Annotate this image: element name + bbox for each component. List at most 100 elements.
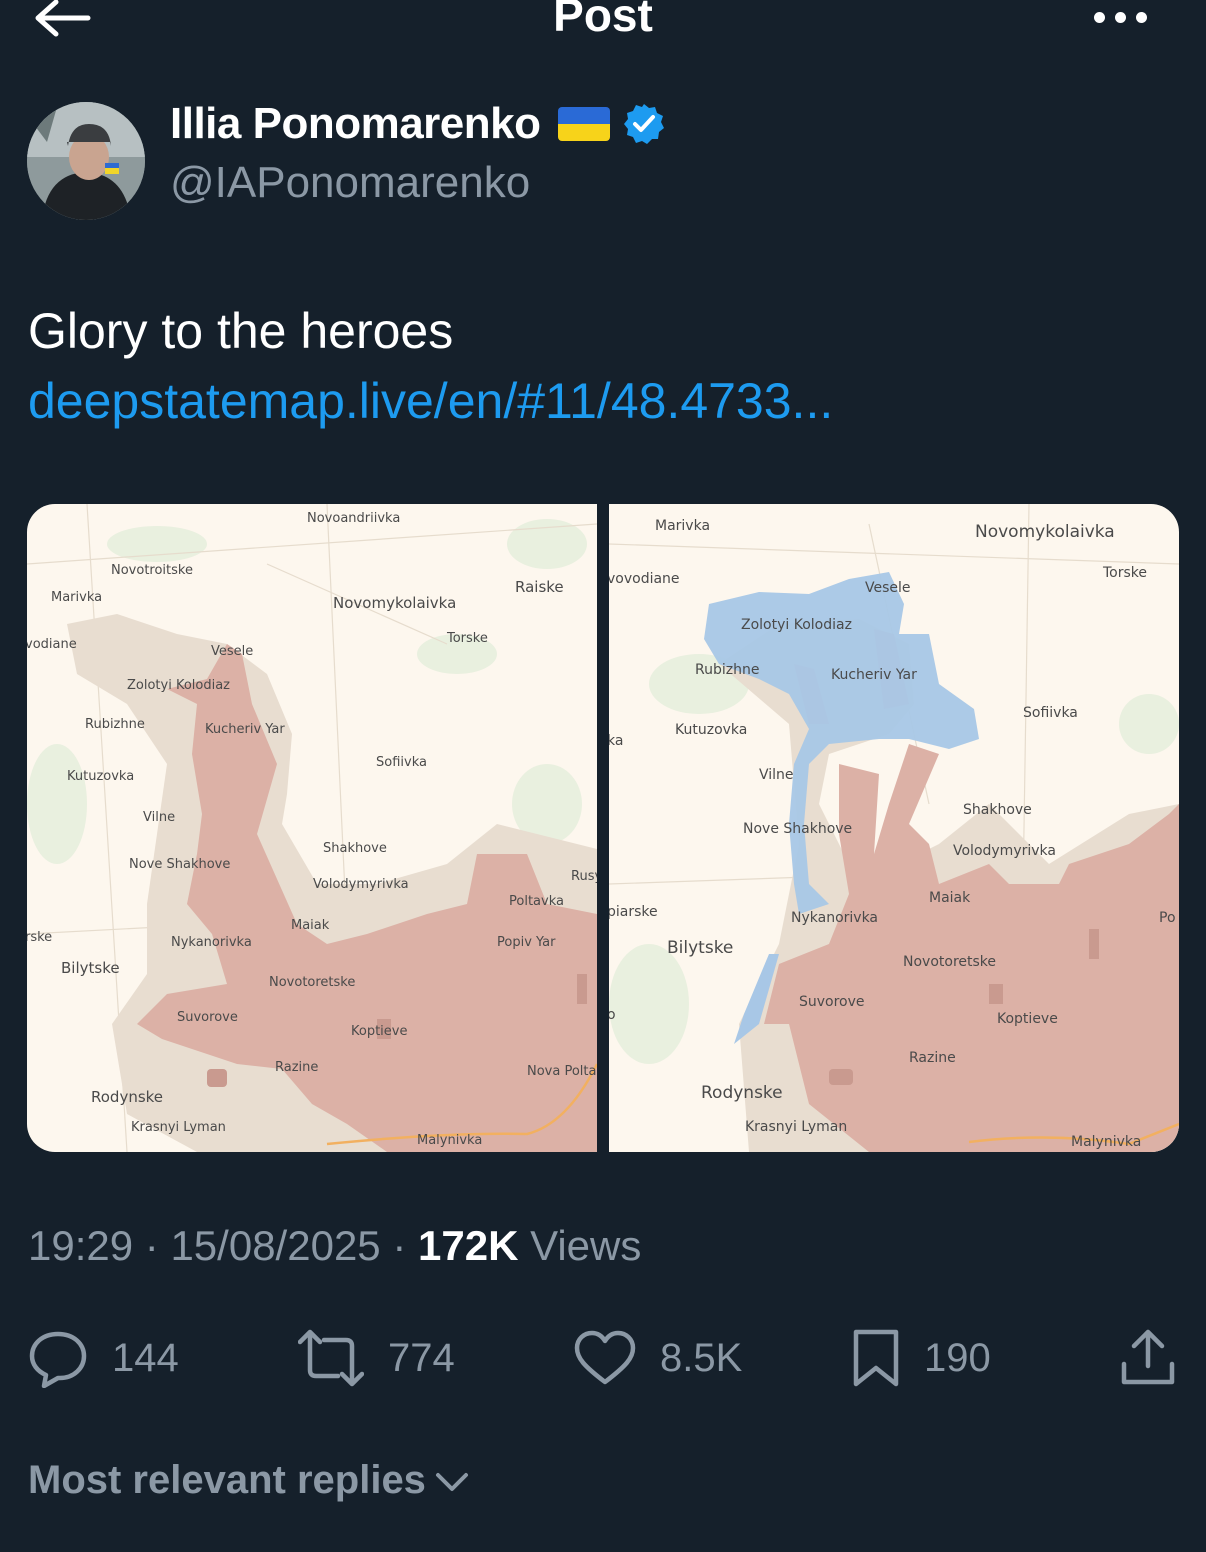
separator: · [392, 1222, 407, 1269]
map-label: Po [1159, 910, 1176, 926]
map-label: Rodynske [701, 1083, 783, 1103]
map-label: Suvorove [177, 1010, 238, 1025]
author-name[interactable]: Illia Ponomarenko [170, 99, 541, 149]
like-button[interactable]: 8.5K [574, 1320, 742, 1396]
map-label: Nove Shakhove [129, 857, 230, 872]
map-label: Volodymyrivka [953, 843, 1056, 859]
map-label: Marivka [655, 518, 710, 534]
map-label: Maiak [291, 918, 330, 933]
map-label: Suvorove [799, 994, 865, 1010]
share-button[interactable] [1120, 1320, 1176, 1396]
map-label: Bilytske [667, 938, 733, 958]
map-label: Kutuzovka [675, 722, 747, 738]
map-image-right[interactable]: Marivka Novomykolaivka Torske vovodiane … [609, 504, 1179, 1152]
verified-badge-icon [624, 104, 665, 144]
author-handle[interactable]: @IAPonomarenko [170, 158, 530, 208]
reply-button[interactable]: 144 [28, 1320, 179, 1396]
map-label: Kucheriv Yar [831, 667, 917, 683]
map-label: Malynivka [1071, 1134, 1141, 1150]
reply-icon [29, 1331, 87, 1388]
map-label: o [609, 1007, 616, 1023]
repost-button[interactable]: 774 [298, 1320, 455, 1396]
map-label: vovodiane [609, 571, 680, 587]
reply-count: 144 [112, 1335, 179, 1380]
map-label: Vesele [865, 580, 911, 596]
like-count: 8.5K [660, 1335, 743, 1380]
map-label: Krasnyi Lyman [745, 1119, 847, 1135]
map-label: Shakhove [963, 802, 1032, 818]
map-label: Rubizhne [85, 717, 145, 732]
share-icon [1121, 1329, 1175, 1385]
map-label: Kucheriv Yar [205, 722, 285, 737]
views-count[interactable]: 172K [418, 1222, 518, 1269]
replies-sort-dropdown[interactable]: Most relevant replies [28, 1458, 470, 1503]
map-label: Malynivka [417, 1133, 482, 1148]
map-label: Nove Shakhove [743, 821, 852, 837]
map-label: Nykanorivka [171, 935, 252, 950]
author-name-row[interactable]: Illia Ponomarenko [170, 96, 666, 152]
map-label: Zolotyi Kolodiaz [127, 678, 230, 693]
map-label: Nova Polta [527, 1064, 596, 1079]
post-meta: 19:29 · 15/08/2025 · 172K Views [28, 1222, 641, 1270]
map-image-left[interactable]: Novoandriivka Novotroitske Marivka Raisk… [27, 504, 597, 1152]
avatar[interactable] [27, 102, 145, 220]
post-body: Glory to the heroes deepstatemap.live/en… [28, 296, 833, 436]
post-time: 19:29 [28, 1222, 134, 1269]
top-bar: Post [0, 0, 1206, 60]
map-label: Koptieve [997, 1011, 1058, 1027]
map-label: Marivka [51, 590, 102, 605]
map-label: Rodynske [91, 1088, 163, 1106]
map-label: Raiske [515, 578, 564, 596]
map-label: Vilne [759, 767, 794, 783]
bookmark-icon [853, 1329, 899, 1387]
map-label: Razine [909, 1050, 956, 1066]
map-label: Novotoretske [903, 954, 996, 970]
separator: · [144, 1222, 159, 1269]
map-label: Rubizhne [695, 662, 759, 678]
more-button[interactable] [1092, 8, 1156, 26]
map-label: Krasnyi Lyman [131, 1120, 226, 1135]
post-text: Glory to the heroes [28, 303, 454, 359]
map-label: Shakhove [323, 841, 387, 856]
map-label: Nykanorivka [791, 910, 878, 926]
map-label: Vesele [211, 644, 253, 659]
replies-sort-label: Most relevant replies [28, 1458, 426, 1502]
map-label: rske [27, 930, 52, 945]
map-label: Torske [1102, 565, 1147, 581]
map-label: ka [609, 733, 623, 749]
map-label: Razine [275, 1060, 318, 1075]
map-label: Novotroitske [111, 563, 193, 578]
map-label: Novoandriivka [307, 511, 400, 526]
action-bar: 144 774 8.5K 190 [0, 1320, 1206, 1396]
map-label: Novotoretske [269, 975, 355, 990]
views-label: Views [530, 1222, 642, 1269]
bookmark-button[interactable]: 190 [852, 1320, 991, 1396]
page-title: Post [553, 0, 653, 41]
post-date: 15/08/2025 [170, 1222, 381, 1269]
map-label: Koptieve [351, 1024, 407, 1039]
map-label: Popiv Yar [497, 935, 556, 950]
repost-icon [298, 1329, 364, 1387]
map-label: Bilytske [61, 959, 120, 977]
map-label: Novomykolaivka [975, 522, 1115, 542]
heart-icon [574, 1330, 636, 1385]
media-grid: Novoandriivka Novotroitske Marivka Raisk… [27, 504, 1179, 1152]
ukraine-flag-icon [558, 107, 611, 141]
map-label: Poltavka [509, 894, 564, 909]
map-label: Maiak [929, 890, 971, 906]
map-label: Zolotyi Kolodiaz [741, 617, 852, 633]
map-label: Volodymyrivka [313, 877, 409, 892]
bookmark-count: 190 [924, 1335, 991, 1380]
chevron-down-icon [435, 1472, 468, 1491]
map-label: Novomykolaivka [333, 594, 456, 612]
map-label: Kutuzovka [67, 769, 134, 784]
map-label: piarske [609, 904, 658, 920]
post-link[interactable]: deepstatemap.live/en/#11/48.4733... [28, 366, 833, 436]
map-label: Sofiivka [376, 755, 427, 770]
map-label: Vilne [143, 810, 175, 825]
map-label: vodiane [27, 637, 77, 652]
map-label: Torske [446, 631, 488, 646]
map-label: Sofiivka [1023, 705, 1078, 721]
repost-count: 774 [388, 1335, 455, 1380]
map-label: Rusy [571, 869, 597, 884]
